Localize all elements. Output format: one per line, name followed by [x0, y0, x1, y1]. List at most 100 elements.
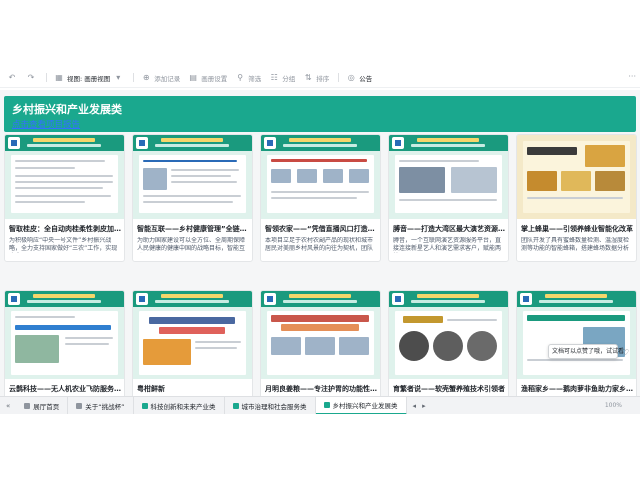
tab-scroll-first-icon[interactable]: « [6, 402, 10, 410]
table-icon [232, 402, 239, 409]
poster-body [11, 311, 118, 375]
school-logo-icon [264, 293, 276, 305]
card-thumbnail [133, 135, 252, 219]
poster-header [261, 291, 380, 307]
card-thumbnail [517, 135, 636, 219]
poster-header [389, 291, 508, 307]
poster-body [139, 155, 246, 213]
view-switcher[interactable]: ▦ 视图: 画册视图 ▾ [53, 72, 124, 84]
gallery-card[interactable]: 掌上蜂巢——引领养蜂业智能化改革 团队开发了具有蜜蜂数量检测、温湿度检测等功能的… [516, 134, 637, 262]
card-thumbnail [5, 291, 124, 379]
card-thumbnail [389, 135, 508, 219]
poster-body [267, 155, 374, 213]
doc-icon [76, 402, 83, 409]
blank-top-area [0, 0, 640, 62]
like-tooltip: 文档可以点赞了哦，试试看 [548, 344, 624, 359]
poster-header [5, 135, 124, 151]
poster-header [389, 135, 508, 151]
card-thumbnail [133, 291, 252, 379]
announcement-button[interactable]: ◎ 公告 [345, 72, 373, 84]
tab-tech[interactable]: 科技创新和未来产业类 [134, 396, 225, 415]
school-logo-icon [520, 293, 532, 305]
gallery-card[interactable]: 育繁者说——软壳蟹养殖技术引领者 [388, 290, 509, 400]
poster-body [139, 311, 246, 375]
gallery-card[interactable]: 膊音——打造大湾区最大演艺资源... 膊音，一个互联网演艺资源服务平台，直接连接… [388, 134, 509, 262]
card-thumbnail [261, 291, 380, 379]
poster-body [395, 311, 502, 375]
poster-header [133, 135, 252, 151]
view-report-link[interactable]: 点击查看项目报告 [12, 118, 80, 130]
tab-city[interactable]: 城市治理和社会服务类 [225, 396, 316, 415]
card-title: 膊音——打造大湾区最大演艺资源... [393, 225, 505, 233]
heart-icon[interactable]: ♡ [622, 348, 629, 357]
poster-body [395, 155, 502, 213]
card-thumbnail [261, 135, 380, 219]
announcement-label: 公告 [359, 74, 373, 83]
card-title: 渔稻家乡——鹅肉萝非鱼助力家乡... [521, 385, 633, 393]
card-description: 为助力国家建设可以全方位、全周期保障人民健康的健康中国的战略目标，智能互联... [137, 237, 246, 252]
card-thumbnail [389, 291, 508, 379]
group-icon: ☷ [270, 73, 278, 82]
card-description: 团队开发了具有蜜蜂数量检测、温湿度检测等功能的智能蜂箱，搭建蜂场数据分析平... [521, 237, 630, 252]
gallery-card[interactable]: 云鹊科技——无人机农业飞防服务领... [4, 290, 125, 400]
more-options-button[interactable]: ··· [628, 72, 636, 81]
tab-nav-controls: ◂ ▸ [407, 402, 432, 410]
school-logo-icon [8, 137, 20, 149]
layout-icon: ▤ [189, 73, 197, 82]
poster-header [133, 291, 252, 307]
tab-label: 科技创新和未来产业类 [150, 402, 216, 411]
gallery-card[interactable]: 智领农家——“凭借直播风口打造可视... 本项目立足于农村农副产品的现状和城市居… [260, 134, 381, 262]
view-grid-icon: ▦ [55, 73, 63, 82]
poster-body [523, 311, 630, 375]
card-description: 为积极响应“中央一号文件”乡村振兴战略，全力支持国家做好“三农”工作，实现农业.… [9, 237, 118, 252]
category-title: 乡村振兴和产业发展类 [12, 103, 122, 116]
sort-button[interactable]: ⇅ 排序 [302, 72, 329, 84]
undo-icon: ↶ [8, 73, 16, 82]
sheet-tab-bar: « 展厅首页 关于“挑战杯” 科技创新和未来产业类 城市治理和社会服务类 乡村振… [0, 396, 640, 415]
view-value: 画册视图 [84, 74, 111, 83]
tab-next-icon[interactable]: ▸ [422, 402, 426, 410]
layout-settings-label: 画册设置 [201, 74, 228, 83]
sort-label: 排序 [316, 74, 330, 83]
undo-button[interactable]: ↶ [6, 72, 18, 84]
poster-body [11, 155, 118, 213]
card-title: 粤柑鲜新 [137, 385, 165, 393]
tab-about[interactable]: 关于“挑战杯” [68, 396, 134, 415]
filter-label: 筛选 [248, 74, 262, 83]
filter-icon: ⚲ [237, 73, 244, 82]
view-label: 视图: [67, 74, 83, 83]
card-title: 月明良姜粮——专注护胃的功能性... [265, 385, 377, 393]
plus-circle-icon: ⊕ [142, 73, 150, 82]
gallery-card[interactable]: 月明良姜粮——专注护胃的功能性... [260, 290, 381, 400]
toolbar-divider [133, 73, 135, 82]
redo-button[interactable]: ↷ [25, 72, 37, 84]
sort-icon: ⇅ [304, 73, 312, 82]
card-title: 育繁者说——软壳蟹养殖技术引领者 [393, 385, 505, 393]
layout-settings-button[interactable]: ▤ 画册设置 [187, 72, 227, 84]
redo-icon: ↷ [27, 73, 35, 82]
tab-label: 关于“挑战杯” [85, 402, 125, 411]
tab-home[interactable]: 展厅首页 [16, 396, 69, 415]
card-title: 智取桂皮：全自动肉桂柔性剥皮加工... [9, 225, 121, 233]
group-button[interactable]: ☷ 分组 [268, 72, 296, 84]
card-thumbnail [5, 135, 124, 219]
gallery-card[interactable]: 智能互联——乡村健康管理”全链条... 为助力国家建设可以全方位、全周期保障人民… [132, 134, 253, 262]
zoom-level[interactable]: 100% [605, 402, 622, 409]
category-header: 乡村振兴和产业发展类 点击查看项目报告 [4, 96, 636, 132]
toolbar-divider [46, 73, 47, 82]
toolbar: ↶ ↷ ▦ 视图: 画册视图 ▾ ⊕ 添加记录 ▤ 画册设置 ⚲ 筛选 ☷ 分组 ⇅ 排序… [0, 68, 640, 88]
card-thumbnail [517, 291, 636, 379]
gallery-card[interactable]: 智取桂皮：全自动肉桂柔性剥皮加工... 为积极响应“中央一号文件”乡村振兴战略，… [4, 134, 125, 262]
school-logo-icon [392, 137, 404, 149]
school-logo-icon [136, 293, 148, 305]
school-logo-icon [264, 137, 276, 149]
tab-label: 城市治理和社会服务类 [241, 402, 307, 411]
card-title: 云鹊科技——无人机农业飞防服务领... [9, 385, 121, 393]
add-record-button[interactable]: ⊕ 添加记录 [140, 72, 180, 84]
gallery-card[interactable]: 粤柑鲜新 [132, 290, 253, 400]
filter-button[interactable]: ⚲ 筛选 [234, 72, 261, 84]
tab-prev-icon[interactable]: ◂ [413, 402, 417, 410]
poster-header [261, 135, 380, 151]
school-logo-icon [8, 293, 20, 305]
tab-rural[interactable]: 乡村振兴和产业发展类 [315, 396, 407, 415]
